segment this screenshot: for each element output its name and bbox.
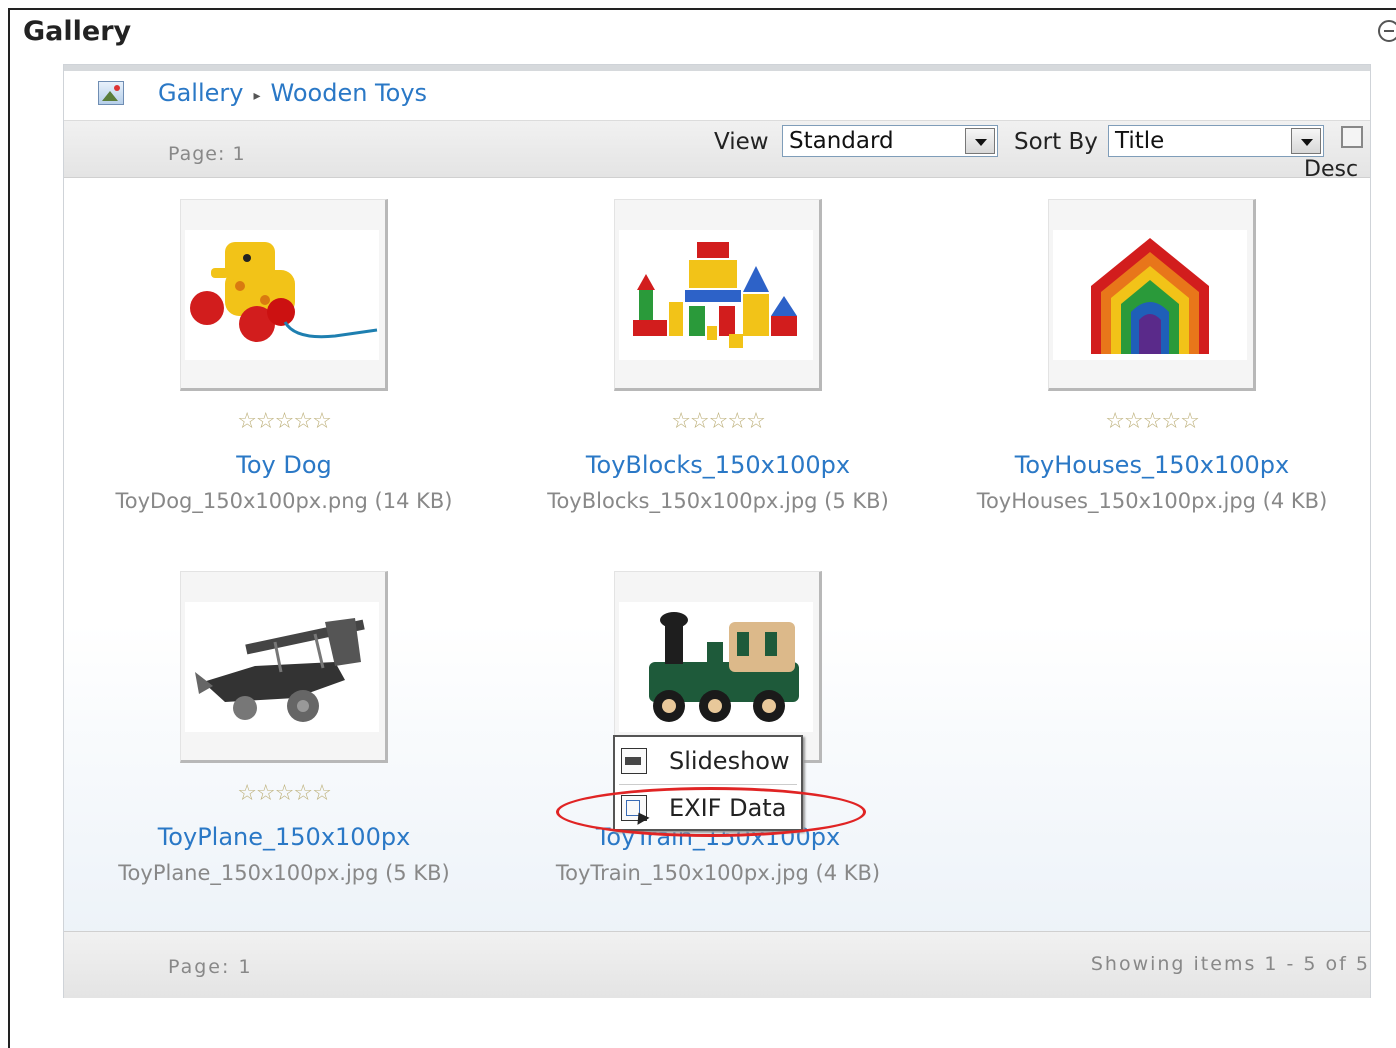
gallery-footer: Page: 1 Showing items 1 - 5 of 5	[64, 931, 1370, 998]
item-title-link[interactable]: ToyHouses_150x100px	[942, 451, 1362, 479]
thumbnail-frame[interactable]	[1048, 199, 1256, 391]
collapse-icon[interactable]	[1378, 20, 1396, 42]
thumbnail-frame[interactable]	[180, 571, 388, 763]
thumbnail-image[interactable]	[185, 602, 379, 732]
menu-item-label: Slideshow	[669, 747, 790, 775]
thumbnail-image[interactable]	[185, 230, 379, 360]
gallery-image-icon	[98, 81, 124, 105]
item-title-link[interactable]: ToyPlane_150x100px	[74, 823, 494, 851]
showing-items-count: Showing items 1 - 5 of 5	[1090, 953, 1370, 975]
sort-select-value: Title	[1115, 128, 1165, 154]
item-file-info: ToyHouses_150x100px.jpg (4 KB)	[976, 489, 1328, 513]
desc-checkbox[interactable]	[1341, 126, 1363, 148]
menu-item-slideshow[interactable]: Slideshow	[615, 739, 801, 783]
item-title-link[interactable]: Toy Dog	[74, 451, 494, 479]
item-file-info: ToyDog_150x100px.png (14 KB)	[115, 489, 453, 513]
menu-divider	[619, 784, 797, 785]
chevron-down-icon[interactable]	[1291, 128, 1321, 154]
breadcrumb-gallery-link[interactable]: Gallery	[158, 79, 243, 107]
chevron-down-icon[interactable]	[965, 128, 995, 154]
page-indicator-top: Page: 1	[168, 143, 246, 165]
rating-stars[interactable]: ☆☆☆☆☆	[74, 781, 494, 806]
gallery-container: Gallery ▸ Wooden Toys Page: 1 View Stand…	[63, 64, 1371, 998]
gallery-toolbar: Page: 1 View Standard Sort By Title	[64, 120, 1370, 178]
thumbnail-image[interactable]	[619, 602, 813, 732]
sort-by-label: Sort By	[1014, 129, 1098, 155]
slideshow-icon	[621, 748, 647, 774]
breadcrumb-separator-icon: ▸	[253, 88, 261, 104]
rating-stars[interactable]: ☆☆☆☆☆	[508, 409, 928, 434]
thumbnail-frame[interactable]	[180, 199, 388, 391]
thumbnail-frame[interactable]	[614, 199, 822, 391]
sort-select[interactable]: Title	[1108, 125, 1324, 157]
view-label: View	[714, 129, 769, 155]
module-title: Gallery	[23, 16, 132, 47]
breadcrumb: Gallery ▸ Wooden Toys	[98, 77, 427, 109]
item-file-info: ToyPlane_150x100px.jpg (5 KB)	[118, 861, 450, 885]
rating-stars[interactable]: ☆☆☆☆☆	[942, 409, 1362, 434]
desc-label: Desc	[1304, 157, 1359, 182]
item-file-info: ToyBlocks_150x100px.jpg (5 KB)	[547, 489, 889, 513]
item-file-info: ToyTrain_150x100px.jpg (4 KB)	[555, 861, 881, 885]
view-select-value: Standard	[789, 128, 894, 154]
rating-stars[interactable]: ☆☆☆☆☆	[74, 409, 494, 434]
view-select[interactable]: Standard	[782, 125, 998, 157]
thumbnail-image[interactable]	[619, 230, 813, 360]
thumbnail-image[interactable]	[1053, 230, 1247, 360]
breadcrumb-album-link[interactable]: Wooden Toys	[271, 79, 428, 107]
highlight-annotation-ellipse	[556, 787, 866, 837]
item-title-link[interactable]: ToyBlocks_150x100px	[508, 451, 928, 479]
page-indicator-bottom: Page: 1	[168, 956, 253, 978]
